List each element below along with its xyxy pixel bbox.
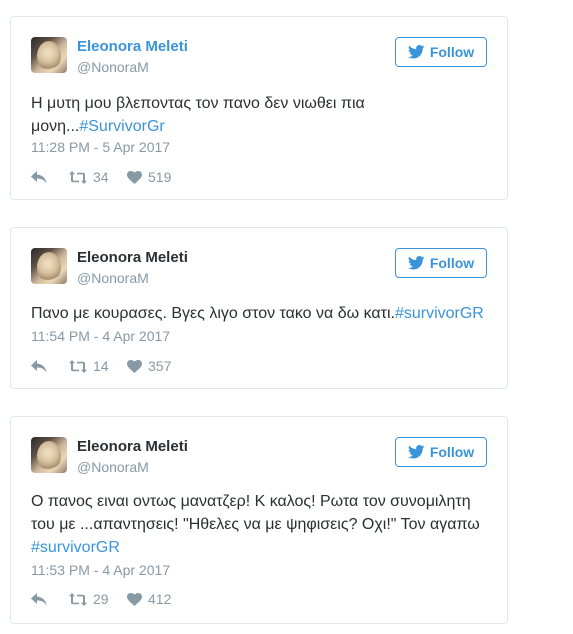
tweet-body: Ο πανος ειναι οντως μανατζερ! Κ καλος! Ρ…: [31, 493, 480, 533]
retweet-button[interactable]: 29: [69, 591, 127, 607]
tweet-text: Πανο με κουρασες. Βγες λιγο στον τακο να…: [31, 302, 487, 325]
heart-icon: [127, 170, 142, 184]
tweet-text: Ο πανος ειναι οντως μανατζερ! Κ καλος! Ρ…: [31, 490, 487, 559]
avatar[interactable]: [31, 37, 67, 73]
follow-label: Follow: [429, 444, 475, 460]
twitter-bird-icon: [407, 445, 425, 459]
hashtag-link[interactable]: #SurvivorGr: [79, 118, 164, 135]
reply-icon: [31, 359, 47, 372]
tweet-body: Πανο με κουρασες. Βγες λιγο στον τακο να…: [31, 305, 395, 322]
retweet-count: 14: [93, 358, 109, 374]
follow-label: Follow: [429, 255, 475, 271]
retweet-icon: [69, 592, 87, 606]
reply-button[interactable]: [31, 170, 69, 184]
like-button[interactable]: 519: [127, 169, 171, 185]
avatar[interactable]: [31, 248, 67, 284]
tweet-card: Eleonora Meleti @NonoraM Follow Ο πανος …: [10, 416, 508, 624]
retweet-icon: [69, 170, 87, 184]
like-count: 519: [148, 169, 172, 185]
retweet-button[interactable]: 34: [69, 169, 127, 185]
author-handle[interactable]: @NonoraM: [77, 270, 149, 287]
retweet-count: 34: [93, 169, 109, 185]
like-button[interactable]: 357: [127, 358, 171, 374]
reply-icon: [31, 592, 47, 605]
reply-icon: [31, 170, 47, 183]
like-count: 357: [148, 358, 172, 374]
author-name[interactable]: Eleonora Meleti: [77, 249, 188, 267]
like-button[interactable]: 412: [127, 591, 171, 607]
hashtag-link[interactable]: #survivorGR: [395, 305, 484, 322]
follow-button[interactable]: Follow: [395, 248, 487, 278]
timestamp[interactable]: 11:53 PM - 4 Apr 2017: [31, 562, 170, 579]
reply-button[interactable]: [31, 359, 69, 373]
retweet-icon: [69, 359, 87, 373]
twitter-bird-icon: [407, 256, 425, 270]
avatar[interactable]: [31, 437, 67, 473]
timestamp[interactable]: 11:54 PM - 4 Apr 2017: [31, 328, 170, 345]
timestamp[interactable]: 11:28 PM - 5 Apr 2017: [31, 139, 170, 156]
tweet-actions: 14 357: [31, 357, 171, 375]
author-name[interactable]: Eleonora Meleti: [77, 438, 188, 456]
author-name[interactable]: Eleonora Meleti: [77, 38, 188, 56]
follow-label: Follow: [429, 44, 475, 60]
twitter-bird-icon: [407, 45, 425, 59]
heart-icon: [127, 359, 142, 373]
follow-button[interactable]: Follow: [395, 437, 487, 467]
follow-button[interactable]: Follow: [395, 37, 487, 67]
tweet-card: Eleonora Meleti @NonoraM Follow Πανο με …: [10, 227, 508, 389]
tweet-text: Η μυτη μου βλεποντας τον πανο δεν νιωθει…: [31, 92, 487, 138]
reply-button[interactable]: [31, 592, 69, 606]
tweet-actions: 29 412: [31, 590, 171, 608]
like-count: 412: [148, 591, 172, 607]
author-handle[interactable]: @NonoraM: [77, 59, 149, 76]
retweet-count: 29: [93, 591, 109, 607]
hashtag-link[interactable]: #survivorGR: [31, 539, 120, 556]
retweet-button[interactable]: 14: [69, 358, 127, 374]
tweet-card: Eleonora Meleti @NonoraM Follow Η μυτη μ…: [10, 16, 508, 200]
author-handle[interactable]: @NonoraM: [77, 459, 149, 476]
tweet-actions: 34 519: [31, 168, 171, 186]
heart-icon: [127, 592, 142, 606]
